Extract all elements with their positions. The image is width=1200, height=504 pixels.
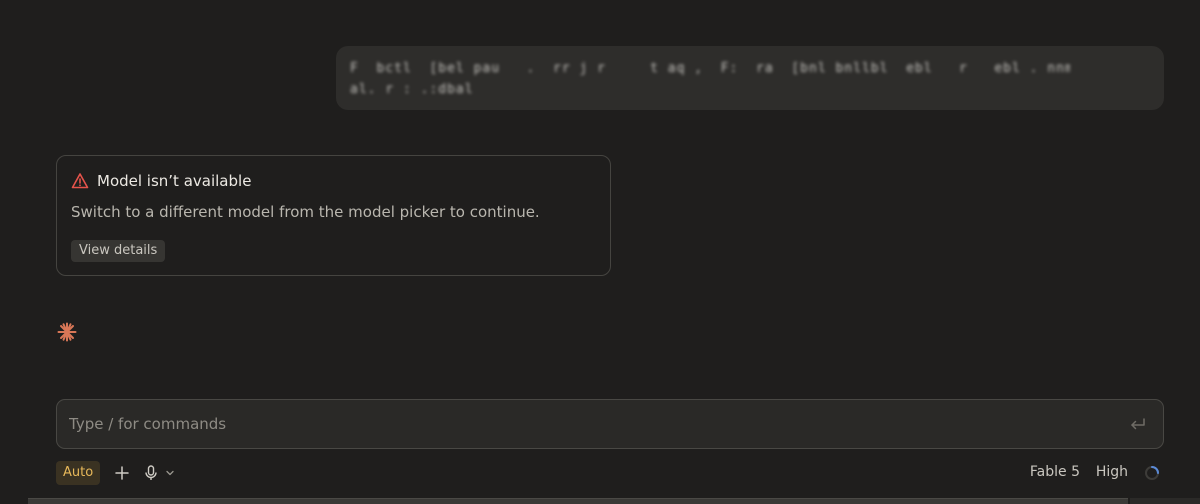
microphone-icon[interactable] [144, 465, 158, 481]
error-message: Switch to a different model from the mod… [71, 203, 540, 221]
composer-toolbar: Auto Fable 5 High [56, 461, 1164, 485]
horizontal-scrollbar[interactable] [28, 498, 1128, 504]
scrollbar-corner [1130, 498, 1200, 504]
auto-mode-button[interactable]: Auto [56, 461, 101, 485]
effort-picker[interactable]: High [1096, 464, 1128, 480]
error-card: Model isn’t available Switch to a differ… [56, 155, 611, 276]
warning-triangle-icon [71, 173, 89, 189]
asterisk-spark-icon [57, 322, 77, 342]
loading-spinner-icon [1145, 466, 1159, 480]
enter-return-icon[interactable] [1129, 416, 1147, 432]
user-message-text: F bctl [bel pau . rr j r t aq , F: ra [b… [350, 61, 1070, 97]
error-title: Model isn’t available [97, 172, 252, 190]
plus-icon[interactable] [114, 464, 130, 482]
model-picker[interactable]: Fable 5 [1030, 464, 1080, 480]
chevron-down-icon[interactable] [165, 468, 175, 478]
chat-window: F bctl [bel pau . rr j r t aq , F: ra [b… [0, 0, 1200, 504]
command-input[interactable] [69, 400, 1109, 448]
view-details-button[interactable]: View details [71, 240, 166, 262]
composer-input-box [56, 399, 1164, 449]
error-header: Model isn’t available [71, 172, 251, 190]
user-message-bubble: F bctl [bel pau . rr j r t aq , F: ra [b… [336, 46, 1164, 110]
